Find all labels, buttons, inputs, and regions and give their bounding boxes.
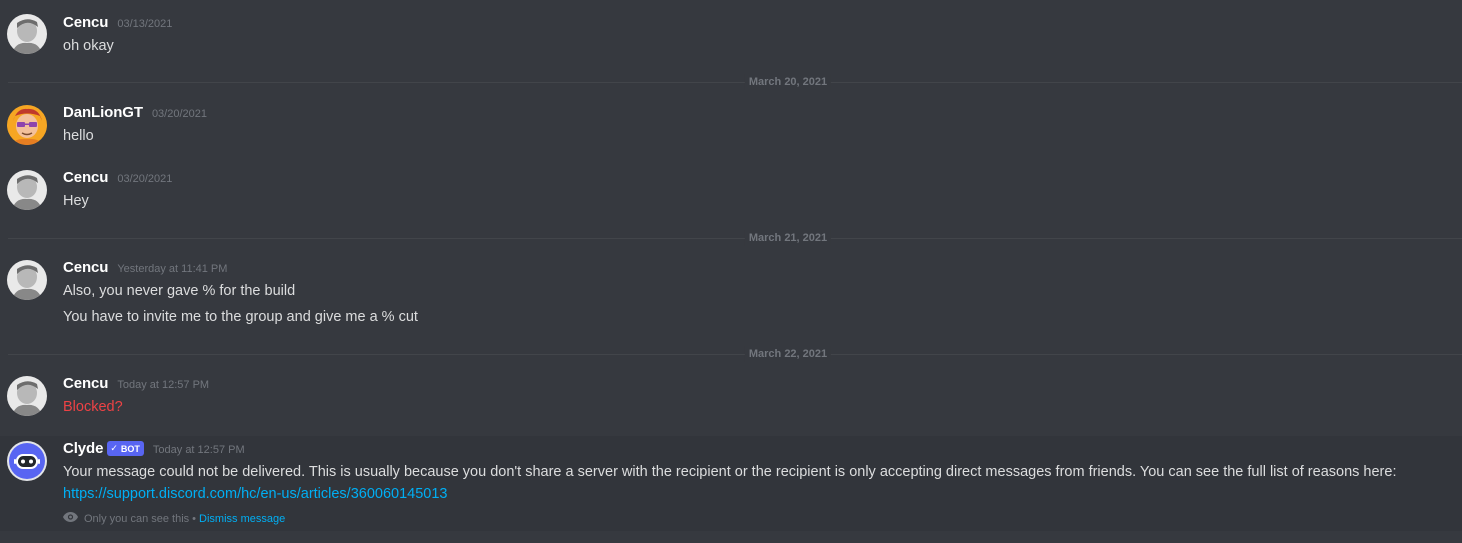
date-divider: March 20, 2021: [8, 74, 1462, 90]
message-content: hello: [63, 128, 94, 144]
message-author[interactable]: Cencu: [63, 14, 108, 31]
bot-badge: ✓ BOT: [107, 441, 144, 456]
ephemeral-separator: •: [192, 512, 197, 525]
avatar-danliongt[interactable]: [7, 105, 47, 145]
message-timestamp: 03/20/2021: [117, 173, 173, 185]
message-timestamp: Yesterday at 11:41 PM: [117, 263, 228, 275]
message-timestamp: 03/20/2021: [151, 108, 207, 120]
date-divider-label: March 20, 2021: [744, 74, 832, 90]
avatar-cencu[interactable]: [7, 260, 47, 300]
message-author[interactable]: DanLionGT: [63, 104, 143, 121]
message-author[interactable]: Clyde: [63, 440, 103, 457]
bot-message-text: Your message could not be delivered. Thi…: [63, 464, 1397, 480]
message-content: Also, you never gave % for the build: [63, 283, 296, 299]
date-divider: March 22, 2021: [8, 346, 1462, 362]
date-divider-label: March 22, 2021: [744, 346, 832, 362]
date-divider-label: March 21, 2021: [744, 230, 832, 246]
message-author[interactable]: Cencu: [63, 375, 108, 392]
support-link[interactable]: https://support.discord.com/hc/en-us/art…: [63, 486, 447, 502]
message-content: Hey: [63, 193, 89, 209]
message-content: You have to invite me to the group and g…: [63, 309, 418, 325]
message-timestamp: 03/13/2021: [117, 18, 173, 30]
bot-badge-label: BOT: [120, 443, 140, 454]
avatar-cencu[interactable]: [7, 170, 47, 210]
date-divider: March 21, 2021: [8, 230, 1462, 246]
bot-message-link-line: https://support.discord.com/hc/en-us/art…: [63, 484, 447, 504]
message-content: oh okay: [63, 38, 114, 54]
ephemeral-note: Only you can see this • Dismiss message: [63, 512, 285, 525]
avatar-cencu[interactable]: [7, 376, 47, 416]
message-content-failed: Blocked?: [63, 399, 123, 415]
avatar-cencu[interactable]: [7, 14, 47, 54]
eye-icon: [63, 512, 78, 525]
avatar-clyde[interactable]: [7, 441, 47, 481]
message-author[interactable]: Cencu: [63, 259, 108, 276]
message-author[interactable]: Cencu: [63, 169, 108, 186]
dismiss-message-button[interactable]: Dismiss message: [199, 513, 285, 525]
bot-message: Clyde ✓ BOT Today at 12:57 PM Your messa…: [0, 436, 1462, 531]
message-timestamp: Today at 12:57 PM: [152, 444, 245, 456]
verified-check-icon: ✓: [110, 443, 118, 453]
ephemeral-note-text: Only you can see this: [84, 512, 190, 525]
chat-messages: Cencu 03/13/2021 oh okay March 20, 2021 …: [0, 0, 1462, 543]
message-timestamp: Today at 12:57 PM: [117, 379, 210, 391]
